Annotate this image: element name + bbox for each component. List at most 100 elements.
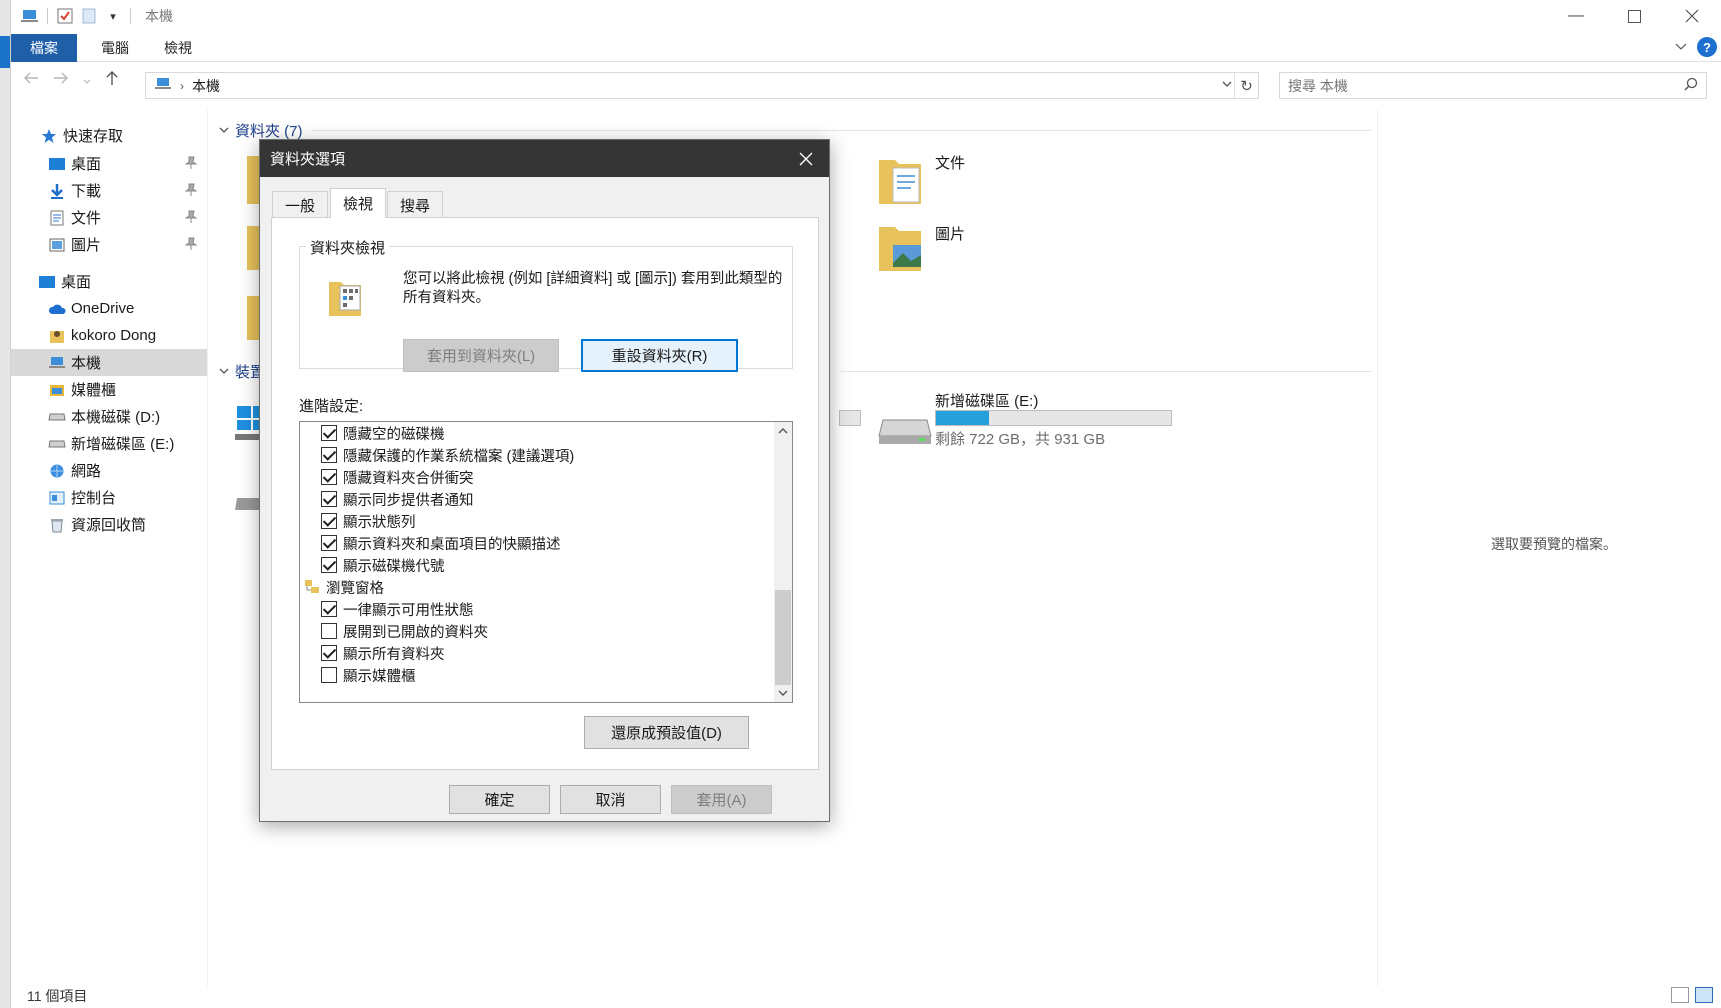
setting-checkbox[interactable] <box>321 491 337 507</box>
setting-label: 顯示同步提供者通知 <box>343 492 474 509</box>
sidebar-item-recycle-bin[interactable]: 資源回收筒 <box>11 511 207 538</box>
setting-checkbox-row[interactable]: 顯示資料夾和桌面項目的快顯描述 <box>300 532 561 554</box>
tab-view[interactable]: 檢視 <box>153 34 203 62</box>
pin-icon[interactable] <box>184 156 198 170</box>
sidebar-item-this-pc[interactable]: 本機 <box>11 349 207 376</box>
properties-icon[interactable] <box>56 7 74 25</box>
sidebar-item-drive-e[interactable]: 新增磁碟區 (E:) <box>11 430 207 457</box>
setting-checkbox-row[interactable]: 一律顯示可用性狀態 <box>300 598 474 620</box>
sidebar-item-documents[interactable]: 文件 <box>11 204 207 231</box>
sidebar-item-pictures[interactable]: 圖片 <box>11 231 207 258</box>
setting-checkbox-row[interactable]: 顯示狀態列 <box>300 510 416 532</box>
settings-group[interactable]: 瀏覽窗格 <box>300 576 384 598</box>
setting-label: 展開到已開啟的資料夾 <box>343 624 488 641</box>
advanced-settings-list[interactable]: 隱藏空的磁碟機 隱藏保護的作業系統檔案 (建議選項) 隱藏資料夾合併衝突顯示同步提供… <box>299 421 793 703</box>
dialog-tab-general[interactable]: 一般 <box>272 191 328 218</box>
sidebar-item-control-panel[interactable]: 控制台 <box>11 484 207 511</box>
ok-button[interactable]: 確定 <box>449 785 550 814</box>
setting-checkbox[interactable] <box>321 535 337 551</box>
close-button[interactable] <box>1663 0 1721 32</box>
setting-checkbox-row[interactable]: 隱藏空的磁碟機 <box>300 422 445 444</box>
setting-checkbox-row[interactable]: 顯示磁碟機代號 <box>300 554 445 576</box>
breadcrumb-separator-icon[interactable]: › <box>180 79 184 93</box>
recent-locations-chevron-icon[interactable] <box>83 72 91 90</box>
sidebar-item-downloads[interactable]: 下載 <box>11 177 207 204</box>
setting-label: 一律顯示可用性狀態 <box>343 602 474 619</box>
settings-scrollbar[interactable] <box>774 422 792 702</box>
pin-icon[interactable] <box>184 237 198 251</box>
setting-checkbox[interactable] <box>321 425 337 441</box>
help-icon[interactable]: ? <box>1697 37 1717 57</box>
dialog-close-button[interactable] <box>783 140 829 177</box>
customize-toolbar-dropdown-icon[interactable]: ▾ <box>104 7 122 25</box>
minimize-button[interactable]: — <box>1547 0 1605 32</box>
setting-label: 顯示資料夾和桌面項目的快顯描述 <box>343 536 561 553</box>
setting-checkbox[interactable] <box>321 469 337 485</box>
setting-checkbox[interactable] <box>321 557 337 573</box>
dialog-tab-view[interactable]: 檢視 <box>330 188 386 218</box>
setting-checkbox[interactable] <box>321 513 337 529</box>
setting-checkbox[interactable] <box>321 623 337 639</box>
setting-checkbox-row[interactable]: 展開到已開啟的資料夾 <box>300 620 488 642</box>
breadcrumb-current[interactable]: 本機 <box>192 76 220 96</box>
dialog-tab-search[interactable]: 搜尋 <box>387 191 443 218</box>
drive-c-usage-bar <box>839 410 861 426</box>
search-icon[interactable] <box>1684 77 1698 94</box>
tab-computer[interactable]: 電腦 <box>89 34 141 62</box>
sidebar-item-user[interactable]: kokoro Dong <box>11 322 207 349</box>
reset-folders-button[interactable]: 重設資料夾(R) <box>581 339 738 372</box>
sidebar-item-quick-access[interactable]: 快速存取 <box>11 122 207 149</box>
setting-checkbox[interactable] <box>321 601 337 617</box>
setting-label: 顯示磁碟機代號 <box>343 558 445 575</box>
folder-views-description: 您可以將此檢視 (例如 [詳細資料] 或 [圖示]) 套用到此類型的所有資料夾。 <box>403 271 783 306</box>
drive-e-label[interactable]: 新增磁碟區 (E:) <box>935 390 1038 411</box>
network-icon <box>47 461 67 481</box>
apply-button[interactable]: 套用(A) <box>671 785 772 814</box>
setting-checkbox-row[interactable]: 隱藏保護的作業系統檔案 (建議選項) <box>300 444 574 466</box>
sidebar-item-libraries[interactable]: 媒體櫃 <box>11 376 207 403</box>
tab-file[interactable]: 檔案 <box>11 34 77 62</box>
details-view-icon[interactable] <box>1671 987 1689 1003</box>
navigation-pane: 快速存取 桌面 下載 文件 圖片 桌面 OneDrive kokoro Dong… <box>11 110 207 986</box>
sidebar-item-network[interactable]: 網路 <box>11 457 207 484</box>
cancel-button[interactable]: 取消 <box>560 785 661 814</box>
sidebar-item-desktop[interactable]: 桌面 <box>11 268 207 295</box>
restore-defaults-button[interactable]: 還原成預設值(D) <box>584 716 749 749</box>
settings-group-icon <box>304 579 320 595</box>
up-arrow-icon[interactable] <box>105 70 119 91</box>
new-folder-icon[interactable] <box>80 7 98 25</box>
drive-e-icon[interactable] <box>877 414 933 450</box>
setting-checkbox[interactable] <box>321 667 337 683</box>
sidebar-item-onedrive[interactable]: OneDrive <box>11 295 207 322</box>
apply-to-folders-button[interactable]: 套用到資料夾(L) <box>403 339 559 372</box>
sidebar-item-label: 圖片 <box>71 237 102 254</box>
folders-group-header[interactable]: 資料夾 (7) <box>219 120 303 141</box>
expand-ribbon-icon[interactable] <box>1675 40 1687 54</box>
setting-checkbox[interactable] <box>321 447 337 463</box>
sidebar-item-desktop-pinned[interactable]: 桌面 <box>11 150 207 177</box>
folder-item-documents[interactable]: 文件 <box>877 152 965 212</box>
setting-checkbox-row[interactable]: 顯示媒體櫃 <box>300 664 416 686</box>
setting-checkbox-row[interactable]: 隱藏資料夾合併衝突 <box>300 466 474 488</box>
sidebar-item-drive-d[interactable]: 本機磁碟 (D:) <box>11 403 207 430</box>
pin-icon[interactable] <box>184 210 198 224</box>
folder-item-pictures[interactable]: 圖片 <box>877 223 965 279</box>
large-icons-view-icon[interactable] <box>1695 987 1713 1003</box>
star-icon <box>39 126 59 146</box>
pin-icon[interactable] <box>184 183 198 197</box>
setting-checkbox-row[interactable]: 顯示所有資料夾 <box>300 642 445 664</box>
setting-checkbox[interactable] <box>321 645 337 661</box>
back-arrow-icon[interactable] <box>23 71 39 90</box>
search-box[interactable]: 搜尋 本機 <box>1279 72 1707 99</box>
drive-e-usage-bar <box>935 410 1172 426</box>
maximize-button[interactable] <box>1605 0 1663 32</box>
scroll-down-icon[interactable] <box>774 684 792 702</box>
status-bar: 11 個項目 <box>11 984 1721 1008</box>
setting-checkbox-row[interactable]: 顯示同步提供者通知 <box>300 488 474 510</box>
address-bar[interactable]: › 本機 ↻ <box>145 72 1259 99</box>
forward-arrow-icon[interactable] <box>53 71 69 90</box>
address-dropdown-icon[interactable] <box>1222 77 1232 91</box>
scroll-up-icon[interactable] <box>774 422 792 440</box>
refresh-icon[interactable]: ↻ <box>1234 73 1258 98</box>
scrollbar-thumb[interactable] <box>775 590 791 685</box>
